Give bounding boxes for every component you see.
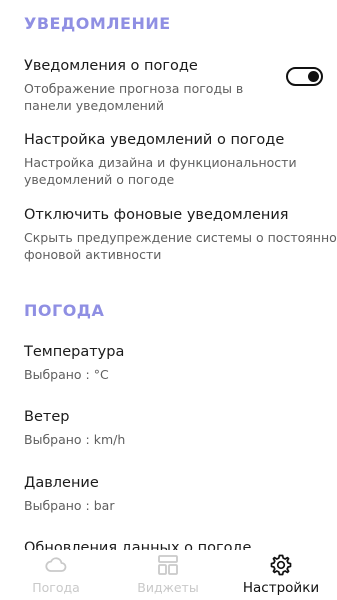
settings-screen: УВЕДОМЛЕНИЕ Уведомления о погоде Отображ…	[0, 0, 337, 600]
setting-subtitle-line2: фоновой активности	[24, 247, 162, 262]
setting-title: Температура	[24, 344, 125, 360]
cloud-icon	[44, 553, 68, 581]
gear-icon	[269, 553, 293, 581]
setting-title: Уведомления о погоде	[24, 58, 198, 74]
weather-notifications-toggle[interactable]	[286, 67, 323, 86]
setting-subtitle-line1: Отображение прогноза погоды в	[24, 81, 244, 96]
widgets-icon	[156, 553, 180, 581]
section-title-notifications: УВЕДОМЛЕНИЕ	[24, 14, 171, 33]
nav-label: Виджеты	[137, 580, 199, 595]
nav-item-settings[interactable]: Настройки	[225, 550, 337, 600]
setting-title: Давление	[24, 475, 99, 491]
bottom-navigation: Погода Виджеты Настройки	[0, 550, 337, 600]
nav-label: Погода	[32, 580, 80, 595]
setting-value: Выбрано : °C	[24, 367, 109, 382]
setting-subtitle-line2: панели уведомлений	[24, 98, 165, 113]
section-title-weather: ПОГОДА	[24, 301, 105, 320]
setting-title: Ветер	[24, 409, 70, 425]
toggle-knob	[308, 71, 319, 82]
setting-value: Выбрано : km/h	[24, 432, 126, 447]
setting-title: Отключить фоновые уведомления	[24, 207, 289, 223]
setting-subtitle-line1: Скрыть предупреждение системы о постоянн…	[24, 230, 337, 245]
nav-item-weather[interactable]: Погода	[0, 550, 112, 600]
setting-value: Выбрано : bar	[24, 498, 115, 513]
setting-title: Настройка уведомлений о погоде	[24, 132, 285, 148]
setting-subtitle-line2: уведомлений о погоде	[24, 172, 175, 187]
nav-label: Настройки	[242, 580, 320, 596]
nav-item-widgets[interactable]: Виджеты	[112, 550, 224, 600]
setting-subtitle-line1: Настройка дизайна и функциональности	[24, 155, 297, 170]
